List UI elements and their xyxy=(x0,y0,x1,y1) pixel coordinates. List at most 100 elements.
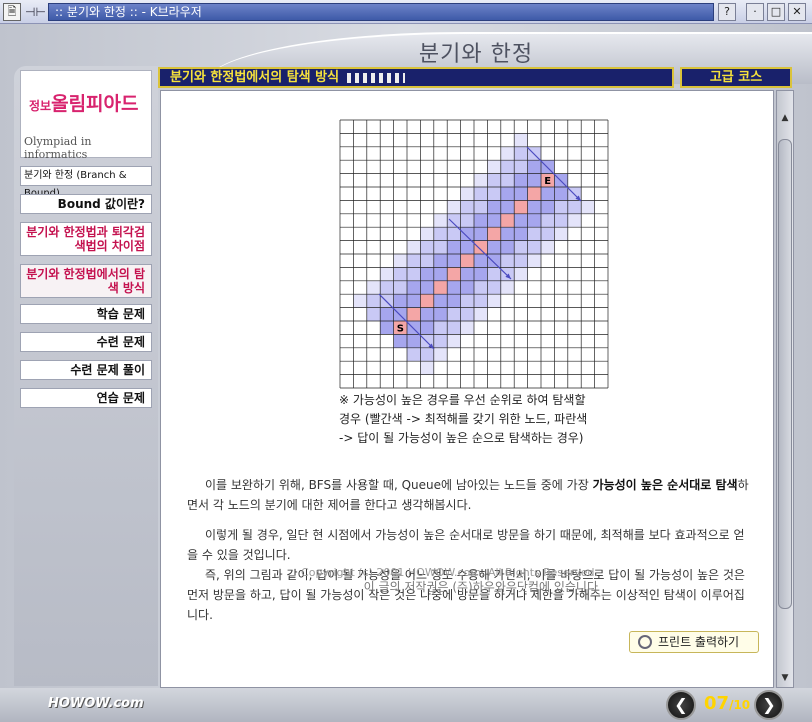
optimal-path-cell xyxy=(460,254,474,268)
band-cell xyxy=(433,307,448,321)
band-cell xyxy=(420,267,434,281)
next-page-button[interactable]: ❯ xyxy=(754,690,784,720)
band-cell xyxy=(460,200,474,214)
band-cell xyxy=(500,254,515,268)
band-cell xyxy=(460,187,474,201)
band-cell xyxy=(393,307,407,321)
sidebar-item-practice[interactable]: 수련 문제 xyxy=(20,332,152,352)
sidebar-item-bound-value[interactable]: Bound 값이란? xyxy=(20,194,152,214)
band-cell xyxy=(447,227,461,241)
sidebar-item-practice-solution[interactable]: 수련 문제 풀이 xyxy=(20,360,152,380)
scrollbar[interactable]: ▲ ▼ xyxy=(776,90,794,688)
band-cell xyxy=(487,294,501,308)
print-button[interactable]: 프린트 출력하기 xyxy=(629,631,759,653)
band-cell xyxy=(474,280,488,295)
band-cell xyxy=(474,254,488,268)
band-cell xyxy=(380,307,394,321)
pin-icon[interactable]: ⊣⊢ xyxy=(25,3,46,21)
scroll-thumb[interactable] xyxy=(778,139,792,609)
app-icon[interactable]: 🗎 xyxy=(3,3,21,21)
optimal-path-cell xyxy=(420,294,434,308)
howow-logo: HOWOW.com xyxy=(48,696,144,711)
band-cell xyxy=(460,267,474,281)
band-cell xyxy=(500,200,515,214)
help-button[interactable]: ? xyxy=(718,3,736,21)
band-cell xyxy=(407,294,421,308)
band-cell xyxy=(514,133,528,147)
band-cell xyxy=(460,307,474,321)
band-cell xyxy=(447,240,461,254)
optimal-path-cell xyxy=(487,227,501,241)
band-cell xyxy=(433,294,448,308)
band-cell xyxy=(380,321,394,335)
band-cell xyxy=(527,200,541,214)
end-node-label: E xyxy=(544,176,551,187)
scroll-up-icon[interactable]: ▲ xyxy=(778,111,792,125)
band-cell xyxy=(407,267,421,281)
logo-subtitle: Olympiad in informatics xyxy=(24,135,92,161)
page-counter: 07/10 xyxy=(704,693,751,714)
band-cell xyxy=(366,280,381,295)
sidebar-item-search-method[interactable]: 분기와 한정법에서의 탐색 방식 xyxy=(20,264,152,298)
band-cell xyxy=(514,240,528,254)
band-cell xyxy=(474,173,488,187)
start-node-label: S xyxy=(397,323,404,334)
band-cell xyxy=(447,200,461,214)
band-cell xyxy=(447,294,461,308)
band-cell xyxy=(460,213,474,228)
band-cell xyxy=(420,254,434,268)
band-cell xyxy=(447,213,461,228)
band-cell xyxy=(527,173,541,187)
band-cell xyxy=(514,146,528,161)
band-cell xyxy=(433,334,448,348)
band-cell xyxy=(420,347,434,362)
sidebar-item-study[interactable]: 학습 문제 xyxy=(20,304,152,324)
prev-page-button[interactable]: ❮ xyxy=(666,690,696,720)
band-cell xyxy=(407,280,421,295)
band-cell xyxy=(554,187,568,201)
logo-title: 정보올림피아드 xyxy=(29,93,139,115)
band-cell xyxy=(460,294,474,308)
band-cell xyxy=(420,307,434,321)
window-title: :: 분기와 한정 :: - K브라우저 xyxy=(48,3,714,21)
scroll-down-icon[interactable]: ▼ xyxy=(778,671,792,685)
band-cell xyxy=(500,240,515,254)
sidebar-item-exercise[interactable]: 연습 문제 xyxy=(20,388,152,408)
band-cell xyxy=(433,240,448,254)
content-panel: SE ※ 가능성이 높은 경우를 우선 순위로 하여 탐색할 경우 (빨간색 -… xyxy=(160,90,774,688)
band-cell xyxy=(420,227,434,241)
band-cell xyxy=(567,213,582,228)
band-cell xyxy=(447,254,461,268)
band-cell xyxy=(527,240,541,254)
band-cell xyxy=(487,267,501,281)
close-button[interactable]: ✕ xyxy=(788,3,806,21)
band-cell xyxy=(487,200,501,214)
band-cell xyxy=(433,213,448,228)
band-cell xyxy=(407,254,421,268)
band-cell xyxy=(447,280,461,295)
band-cell xyxy=(514,227,528,241)
band-cell xyxy=(393,294,407,308)
band-cell xyxy=(407,240,421,254)
band-cell xyxy=(420,240,434,254)
band-cell xyxy=(487,280,501,295)
band-cell xyxy=(393,280,407,295)
band-cell xyxy=(393,254,407,268)
maximize-button[interactable]: □ xyxy=(767,3,785,21)
minimize-button[interactable]: · xyxy=(746,3,764,21)
band-cell xyxy=(527,160,541,174)
sidebar-item-branch-bound[interactable]: 분기와 한정 (Branch & Bound) xyxy=(20,166,152,199)
band-cell xyxy=(541,240,555,254)
band-cell xyxy=(554,227,568,241)
band-cell xyxy=(460,227,474,241)
band-cell xyxy=(380,267,394,281)
band-cell xyxy=(447,334,461,348)
sidebar-item-difference[interactable]: 분기와 한정법과 퇴각검색법의 차이점 xyxy=(20,222,152,256)
band-cell xyxy=(514,213,528,228)
band-cell xyxy=(433,347,448,362)
topic-bar: 분기와 한정법에서의 탐색 방식 xyxy=(158,67,674,88)
band-cell xyxy=(500,280,515,295)
band-cell xyxy=(500,160,515,174)
band-cell xyxy=(567,200,582,214)
band-cell xyxy=(447,321,461,335)
